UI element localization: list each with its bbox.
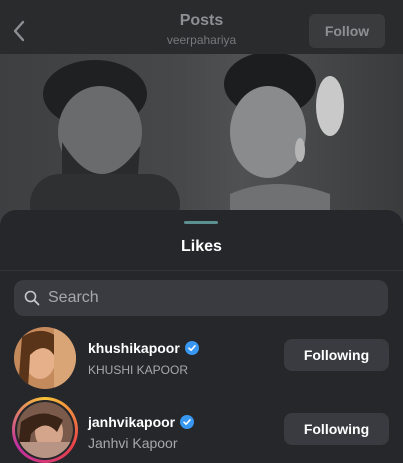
following-button[interactable]: Following [284, 413, 389, 445]
post-photo-illustration [30, 54, 344, 224]
likes-sheet: Likes khushikapoor KHUSHI KAPOOR Follo [0, 210, 403, 463]
post-header: Posts veerpahariya Follow [0, 0, 403, 54]
search-bar[interactable] [14, 280, 388, 316]
post-photo [0, 54, 403, 224]
list-item[interactable]: khushikapoor KHUSHI KAPOOR Following [0, 320, 403, 392]
username[interactable]: khushikapoor [88, 340, 199, 356]
list-item[interactable]: janhvikapoor Janhvi Kapoor Following [0, 394, 403, 463]
search-input[interactable] [48, 289, 348, 307]
username[interactable]: janhvikapoor [88, 414, 195, 430]
verified-badge-icon [184, 341, 199, 355]
username-text: khushikapoor [88, 340, 180, 356]
avatar[interactable] [14, 327, 76, 389]
full-name: KHUSHI KAPOOR [88, 363, 189, 377]
sheet-title: Likes [181, 238, 222, 255]
avatar-image [14, 327, 76, 389]
drag-handle[interactable] [184, 221, 218, 224]
divider [0, 270, 403, 271]
username-text: janhvikapoor [88, 414, 176, 430]
avatar-image [17, 402, 73, 458]
follow-button[interactable]: Follow [309, 14, 385, 48]
search-icon [24, 290, 40, 306]
full-name: Janhvi Kapoor [88, 435, 178, 451]
following-button[interactable]: Following [284, 339, 389, 371]
verified-badge-icon [180, 415, 195, 429]
avatar [15, 400, 75, 460]
avatar-story-ring[interactable] [12, 397, 78, 463]
